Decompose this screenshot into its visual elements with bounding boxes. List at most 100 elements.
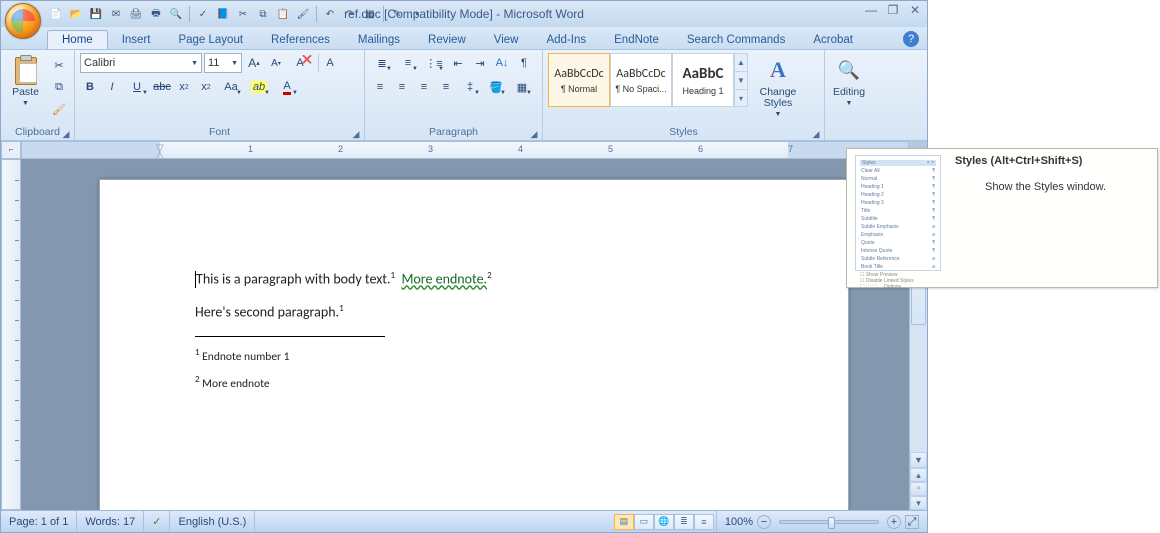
italic-button[interactable]: I xyxy=(102,77,122,97)
view-outline[interactable]: ≣ xyxy=(674,514,694,530)
status-words[interactable]: Words: 17 xyxy=(77,511,144,532)
hanging-indent-icon[interactable]: △ xyxy=(156,150,164,159)
help-icon[interactable]: ? xyxy=(903,31,919,47)
show-marks-button[interactable]: ¶ xyxy=(514,53,534,73)
tab-insert[interactable]: Insert xyxy=(108,31,165,49)
tab-mailings[interactable]: Mailings xyxy=(344,31,414,49)
font-launcher[interactable]: ◢ xyxy=(350,127,362,139)
grow-font-button[interactable]: A▴ xyxy=(244,53,264,73)
line-spacing-button[interactable]: ‡▼ xyxy=(458,77,482,97)
zoom-out-button[interactable]: − xyxy=(757,515,771,529)
endnote-2[interactable]: 2 More endnote xyxy=(195,374,753,392)
document-area[interactable]: This is a paragraph with body text.1 Mor… xyxy=(21,159,927,510)
next-page-button[interactable]: ▾ xyxy=(910,496,927,510)
clear-formatting-button[interactable]: A❌ xyxy=(288,53,312,73)
page[interactable]: This is a paragraph with body text.1 Mor… xyxy=(99,179,849,510)
tab-acrobat[interactable]: Acrobat xyxy=(799,31,867,49)
font-color-button[interactable]: A▼ xyxy=(274,77,300,97)
paste-button[interactable]: Paste ▼ xyxy=(6,53,45,107)
multilevel-button[interactable]: ⋮≡▼ xyxy=(422,53,446,73)
vertical-ruler[interactable] xyxy=(1,159,21,510)
tab-review[interactable]: Review xyxy=(414,31,480,49)
decrease-indent-button[interactable]: ⇤ xyxy=(448,53,468,73)
styles-launcher[interactable]: ◢ xyxy=(810,127,822,139)
numbering-button[interactable]: ≡▼ xyxy=(396,53,420,73)
scroll-up-icon[interactable]: ▲ xyxy=(735,54,747,72)
underline-button[interactable]: U▼ xyxy=(124,77,150,97)
clipboard-launcher[interactable]: ◢ xyxy=(60,127,72,139)
qat-paste-icon[interactable]: 📋 xyxy=(274,5,292,23)
change-case-button[interactable]: Aa▼ xyxy=(218,77,244,97)
zoom-in-button[interactable]: + xyxy=(887,515,901,529)
qat-research-icon[interactable]: 📘 xyxy=(214,5,232,23)
tab-view[interactable]: View xyxy=(480,31,533,49)
paragraph-2[interactable]: Here's second paragraph.1 xyxy=(195,303,753,322)
bold-button[interactable]: B xyxy=(80,77,100,97)
qat-preview-icon[interactable]: 🔍 xyxy=(167,5,185,23)
ruler-corner[interactable]: ⌐ xyxy=(1,141,21,159)
zoom-slider[interactable] xyxy=(779,520,879,524)
character-border-button[interactable]: A xyxy=(318,53,342,73)
qat-quickprint-icon[interactable]: 🖶 xyxy=(147,5,165,23)
style-gallery-scroll[interactable]: ▲ ▼ ▾ xyxy=(734,53,748,107)
qat-format-painter-icon[interactable]: 🖌 xyxy=(294,5,312,23)
qat-copy-icon[interactable]: ⧉ xyxy=(254,5,272,23)
bullets-button[interactable]: ≣▼ xyxy=(370,53,394,73)
sort-button[interactable]: A↓ xyxy=(492,53,512,73)
expand-gallery-icon[interactable]: ▾ xyxy=(735,90,747,107)
tab-references[interactable]: References xyxy=(257,31,344,49)
prev-page-button[interactable]: ▴ xyxy=(910,468,927,482)
shrink-font-button[interactable]: A▾ xyxy=(266,53,286,73)
align-left-button[interactable]: ≡ xyxy=(370,77,390,97)
close-button[interactable]: ✕ xyxy=(907,4,923,18)
tab-addins[interactable]: Add-Ins xyxy=(532,31,600,49)
view-print-layout[interactable]: ▤ xyxy=(614,514,634,530)
shading-button[interactable]: 🪣▼ xyxy=(484,77,508,97)
align-center-button[interactable]: ≡ xyxy=(392,77,412,97)
zoom-fit-button[interactable]: ⤢ xyxy=(905,515,919,529)
tab-search-commands[interactable]: Search Commands xyxy=(673,31,799,49)
superscript-button[interactable]: x2 xyxy=(196,77,216,97)
paragraph-1[interactable]: This is a paragraph with body text.1 Mor… xyxy=(195,270,753,289)
borders-button[interactable]: ▦▼ xyxy=(510,77,534,97)
align-right-button[interactable]: ≡ xyxy=(414,77,434,97)
cut-button[interactable]: ✂ xyxy=(49,55,69,75)
endnote-link[interactable]: More endnote. xyxy=(401,271,487,288)
copy-button[interactable]: ⧉ xyxy=(49,77,69,97)
qat-undo-icon[interactable]: ↶ xyxy=(321,5,339,23)
view-full-screen[interactable]: ▭ xyxy=(634,514,654,530)
office-button[interactable] xyxy=(5,3,41,39)
browse-object-button[interactable]: ◦ xyxy=(910,482,927,496)
zoom-knob[interactable] xyxy=(828,517,835,529)
qat-mail-icon[interactable]: ✉ xyxy=(107,5,125,23)
qat-new-icon[interactable]: 📄 xyxy=(47,5,65,23)
paragraph-launcher[interactable]: ◢ xyxy=(528,127,540,139)
zoom-level[interactable]: 100% xyxy=(725,516,753,528)
qat-print-icon[interactable]: 🖨 xyxy=(127,5,145,23)
status-language[interactable]: English (U.S.) xyxy=(170,511,255,532)
status-page[interactable]: Page: 1 of 1 xyxy=(1,511,77,532)
view-draft[interactable]: ≡ xyxy=(694,514,714,530)
qat-save-icon[interactable]: 💾 xyxy=(87,5,105,23)
scroll-down-icon[interactable]: ▼ xyxy=(735,72,747,90)
horizontal-ruler[interactable]: ▽ △ 1 2 3 4 5 6 7 xyxy=(21,141,909,159)
highlight-button[interactable]: ab▼ xyxy=(246,77,272,97)
style-no-spacing[interactable]: AaBbCcDc ¶ No Spaci... xyxy=(610,53,672,107)
style-heading1[interactable]: AaBbC Heading 1 xyxy=(672,53,734,107)
format-painter-button[interactable]: 🖌 xyxy=(49,99,69,119)
status-proofing[interactable]: ✓ xyxy=(144,511,170,532)
restore-button[interactable]: ❐ xyxy=(885,4,901,18)
qat-cut-icon[interactable]: ✂ xyxy=(234,5,252,23)
scroll-down-button[interactable]: ▼ xyxy=(910,452,927,468)
minimize-button[interactable]: — xyxy=(863,4,879,18)
style-normal[interactable]: AaBbCcDc ¶ Normal xyxy=(548,53,610,107)
tab-endnote[interactable]: EndNote xyxy=(600,31,673,49)
increase-indent-button[interactable]: ⇥ xyxy=(470,53,490,73)
change-styles-button[interactable]: A Change Styles ▼ xyxy=(752,53,804,118)
view-web[interactable]: 🌐 xyxy=(654,514,674,530)
subscript-button[interactable]: x2 xyxy=(174,77,194,97)
font-size-combo[interactable]: 11▼ xyxy=(204,53,242,73)
editing-button[interactable]: 🔍 Editing ▼ xyxy=(830,53,868,107)
tab-page-layout[interactable]: Page Layout xyxy=(164,31,257,49)
strike-button[interactable]: abc xyxy=(152,77,172,97)
